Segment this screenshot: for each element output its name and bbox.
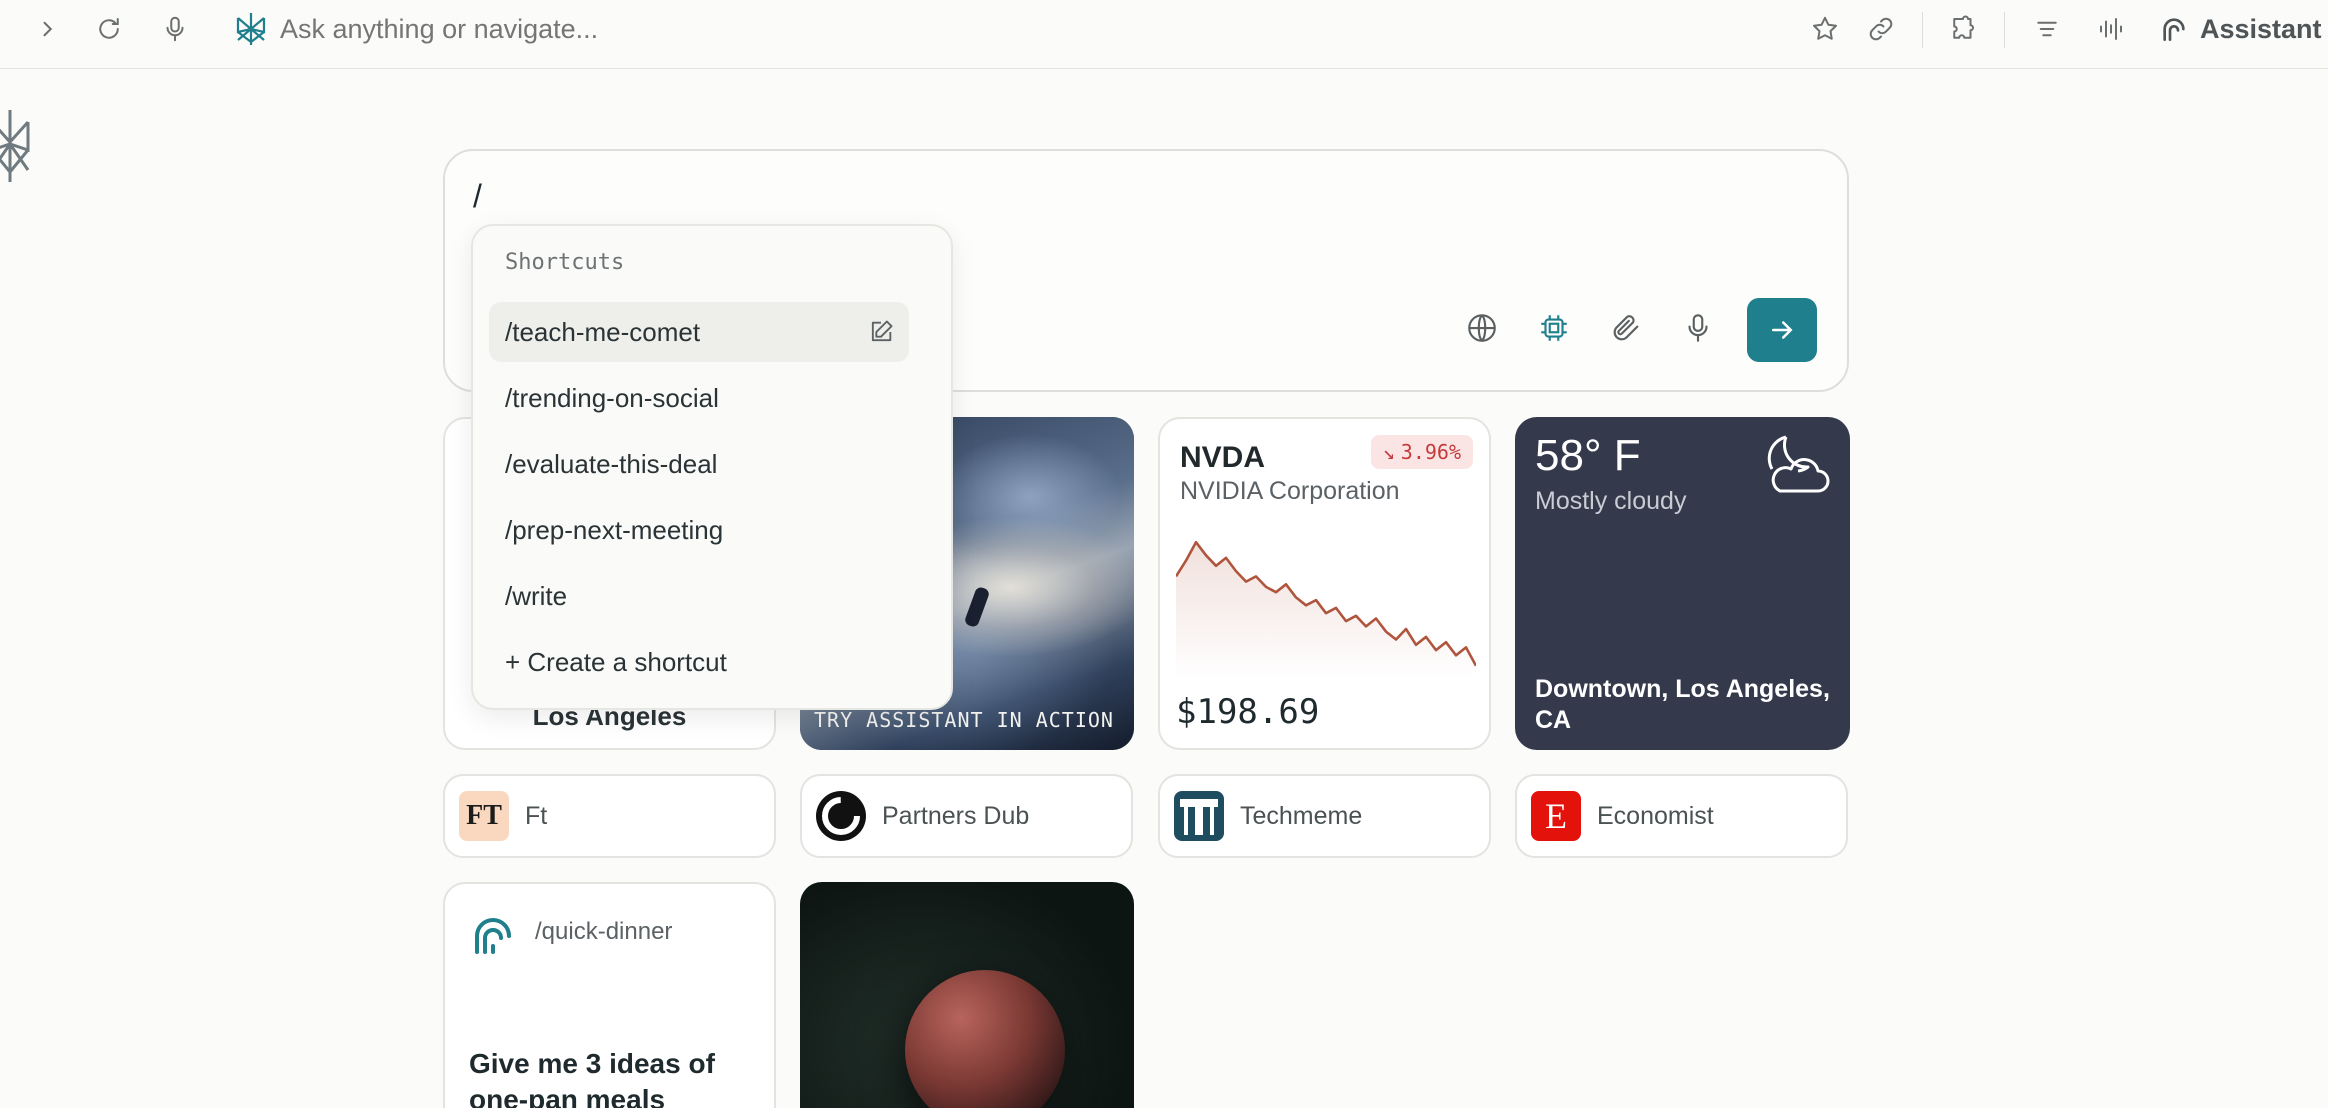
shortcut-label: /trending-on-social — [505, 382, 719, 413]
stock-sparkline — [1176, 540, 1476, 679]
chip-icon[interactable] — [1537, 311, 1571, 345]
extensions-icon[interactable] — [1948, 14, 1978, 44]
site-name: Economist — [1597, 801, 1714, 830]
shortcuts-dropdown: Shortcuts /teach-me-comet /trending-on-s… — [471, 224, 953, 710]
submit-button[interactable] — [1747, 298, 1817, 362]
stock-price: $198.69 — [1176, 692, 1320, 732]
assistant-icon — [471, 912, 515, 956]
assistant-icon — [2158, 13, 2190, 45]
shortcut-card[interactable]: /quick-dinner Give me 3 ideas of one-pan… — [443, 882, 776, 1108]
partners-dub-logo-icon — [816, 791, 866, 841]
forward-icon[interactable] — [32, 14, 62, 44]
video-label: TRY ASSISTANT IN ACTION — [814, 708, 1114, 732]
shortcut-item-trending-on-social[interactable]: /trending-on-social — [489, 368, 909, 428]
moon-cloud-icon — [1758, 431, 1834, 499]
perplexity-logo-icon — [232, 10, 270, 48]
assistant-button[interactable]: Assistant — [2158, 8, 2322, 50]
shortcut-item-teach-me-comet[interactable]: /teach-me-comet — [489, 302, 909, 362]
shortcuts-header: Shortcuts — [505, 250, 625, 275]
assistant-label: Assistant — [2200, 13, 2322, 44]
bookmark-star-icon[interactable] — [1810, 14, 1840, 44]
site-tile-economist[interactable]: E Economist — [1515, 774, 1848, 858]
weather-location: Downtown, Los Angeles, CA — [1535, 675, 1830, 734]
shortcut-item-write[interactable]: /write — [489, 566, 909, 626]
microphone-icon[interactable] — [160, 14, 190, 44]
economist-logo-icon: E — [1531, 791, 1581, 841]
site-tile-partners-dub[interactable]: Partners Dub — [800, 774, 1133, 858]
site-name: Techmeme — [1240, 801, 1363, 830]
reload-icon[interactable] — [94, 14, 124, 44]
weather-card[interactable]: 58° F Mostly cloudy Downtown, Los Angele… — [1515, 417, 1850, 750]
microphone-icon[interactable] — [1681, 311, 1715, 345]
perplexity-logo-icon — [0, 108, 40, 184]
site-name: Partners Dub — [882, 801, 1030, 830]
link-icon[interactable] — [1866, 14, 1896, 44]
techmeme-logo-icon — [1174, 791, 1224, 841]
shortcut-label: /teach-me-comet — [505, 316, 701, 347]
create-shortcut-button[interactable]: + Create a shortcut — [489, 632, 909, 692]
weather-temperature: 58° F — [1535, 431, 1641, 480]
shortcut-label: /write — [505, 580, 568, 611]
omnibox-input[interactable] — [280, 12, 1180, 46]
reader-mode-icon[interactable] — [2032, 14, 2062, 44]
stock-company: NVIDIA Corporation — [1180, 477, 1400, 505]
image-card[interactable] — [800, 882, 1134, 1108]
site-tile-techmeme[interactable]: Techmeme — [1158, 774, 1491, 858]
search-input[interactable] — [473, 171, 1673, 221]
create-shortcut-label: + Create a shortcut — [505, 646, 727, 677]
globe-icon[interactable] — [1465, 311, 1499, 345]
arrow-right-icon — [1767, 315, 1797, 345]
shortcut-item-evaluate-this-deal[interactable]: /evaluate-this-deal — [489, 434, 909, 494]
site-name: Ft — [525, 801, 548, 830]
planet-image — [905, 970, 1065, 1108]
shortcut-item-prep-next-meeting[interactable]: /prep-next-meeting — [489, 500, 909, 560]
ft-logo-icon: FT — [459, 791, 509, 841]
browser-toolbar: Assistant — [0, 0, 2328, 69]
stock-change-badge: ↘ 3.96% — [1370, 435, 1473, 469]
shortcut-prompt: Give me 3 ideas of one-pan meals — [469, 1048, 715, 1108]
stock-card[interactable]: NVDA ↘ 3.96% NVIDIA Corporation $198.69 — [1158, 417, 1491, 750]
shortcut-label: /evaluate-this-deal — [505, 448, 718, 479]
weather-condition: Mostly cloudy — [1535, 487, 1687, 515]
shortcut-label: /prep-next-meeting — [505, 514, 724, 545]
stock-ticker: NVDA — [1180, 441, 1266, 474]
attachment-icon[interactable] — [1609, 311, 1643, 345]
arrow-down-right-icon: ↘ — [1382, 440, 1395, 464]
stock-change-value: 3.96% — [1400, 440, 1461, 464]
edit-icon[interactable] — [867, 318, 895, 346]
shortcut-command: /quick-dinner — [535, 918, 673, 945]
site-tile-ft[interactable]: FT Ft — [443, 774, 776, 858]
audio-wave-icon[interactable] — [2096, 14, 2126, 44]
